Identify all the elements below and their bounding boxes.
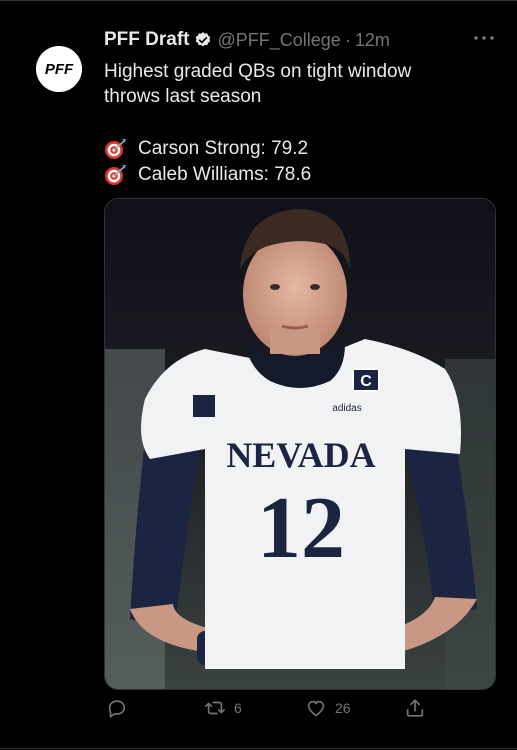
brand-logo: adidas — [332, 403, 361, 414]
reply-icon — [108, 700, 126, 718]
verified-badge-icon — [195, 32, 210, 47]
top-divider — [0, 0, 517, 1]
stat-label: Caleb Williams: 78.6 — [138, 163, 312, 185]
direct-hit-icon — [105, 138, 126, 159]
like-button[interactable]: 26 — [305, 697, 351, 719]
captain-patch: C — [360, 373, 372, 390]
jersey-team: NEVADA — [226, 435, 375, 475]
tweet-header: PFF Draft @PFF_College · 12m — [104, 28, 390, 52]
retweet-button[interactable]: 6 — [204, 697, 242, 719]
retweet-count: 6 — [234, 700, 242, 716]
direct-hit-icon — [105, 164, 126, 185]
player-photo: C adidas NEVADA 12 — [105, 199, 495, 689]
share-icon — [406, 699, 424, 717]
stat-line: Caleb Williams: 78.6 — [104, 162, 311, 187]
author-name[interactable]: PFF Draft — [104, 29, 190, 51]
timestamp[interactable]: 12m — [355, 30, 390, 51]
stat-label: Carson Strong: 79.2 — [138, 137, 309, 159]
bottom-divider — [0, 748, 517, 749]
stat-line: Carson Strong: 79.2 — [104, 136, 308, 161]
pff-logo-icon: PFF — [36, 46, 82, 92]
tweet-photo[interactable]: C adidas NEVADA 12 — [104, 198, 496, 690]
heart-icon — [307, 700, 325, 717]
author-handle[interactable]: @PFF_College — [218, 30, 341, 51]
tweet-text-line-1: Highest graded QBs on tight window — [104, 61, 412, 82]
reply-button[interactable] — [106, 697, 136, 719]
like-count: 26 — [335, 700, 351, 716]
retweet-icon — [205, 701, 225, 715]
separator-dot: · — [344, 29, 351, 50]
svg-text:PFF: PFF — [45, 61, 74, 78]
tweet-text-line-2: throws last season — [104, 86, 262, 107]
jersey-number: 12 — [257, 480, 345, 577]
avatar[interactable]: PFF — [36, 46, 82, 92]
more-dots-icon[interactable] — [470, 28, 498, 48]
tweet-actions: 6 26 — [0, 697, 517, 725]
share-button[interactable] — [404, 697, 426, 719]
